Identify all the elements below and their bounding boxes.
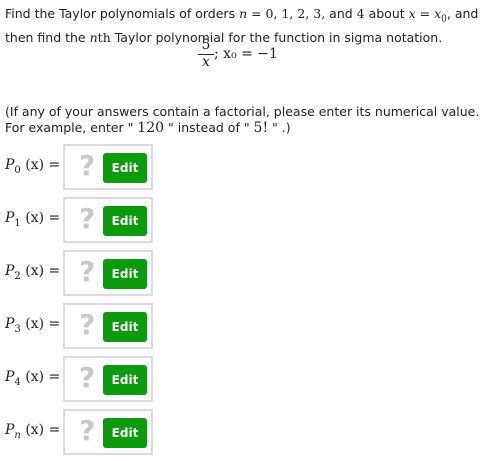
- answer-row-p3: P3 (x) = ? Edit: [0, 303, 160, 355]
- problem-text-line2-rest: Taylor polynomial for the function in si…: [110, 29, 443, 45]
- math-x: x: [408, 6, 416, 21]
- question-mark-icon: ?: [79, 308, 96, 341]
- problem-text-and: and: [329, 6, 357, 21]
- question-mark-icon: ?: [79, 414, 96, 447]
- answer-row-p2: P2 (x) = ? Edit: [0, 250, 160, 302]
- question-mark-icon: ?: [79, 361, 96, 394]
- answer-input-box[interactable]: ? Edit: [63, 250, 153, 296]
- note-line2-c: " .): [268, 120, 291, 135]
- math-eq: =: [415, 6, 435, 21]
- edit-button[interactable]: Edit: [103, 206, 147, 236]
- note-line1: (If any of your answers contain a factor…: [5, 104, 480, 119]
- problem-text-about: about: [364, 6, 409, 21]
- math-th: th: [97, 29, 111, 45]
- math-n: n: [239, 6, 248, 21]
- edit-button[interactable]: Edit: [103, 365, 147, 395]
- fraction-denominator: x: [202, 54, 210, 70]
- answer-input-box[interactable]: ? Edit: [63, 197, 153, 243]
- answer-row-p4: P4 (x) = ? Edit: [0, 356, 160, 408]
- answer-input-box[interactable]: ? Edit: [63, 144, 153, 190]
- answer-input-box[interactable]: ? Edit: [63, 409, 153, 455]
- note-line2-b: " instead of ": [164, 120, 254, 135]
- edit-button[interactable]: Edit: [103, 312, 147, 342]
- answer-row-pn: Pn (x) = ? Edit: [0, 409, 160, 461]
- answer-input-box[interactable]: ? Edit: [63, 356, 153, 402]
- question-mark-icon: ?: [79, 149, 96, 182]
- edit-button[interactable]: Edit: [103, 418, 147, 448]
- question-mark-icon: ?: [79, 255, 96, 288]
- edit-button[interactable]: Edit: [103, 259, 147, 289]
- factorial-note: (If any of your answers contain a factor…: [5, 104, 479, 136]
- answer-row-p0: P0 (x) = ? Edit: [0, 144, 160, 196]
- fraction-numerator: 5: [201, 37, 211, 53]
- note-example-number: 120: [137, 120, 165, 136]
- function-center: ; x₀ = −1: [214, 46, 278, 62]
- answer-label: Pn (x) =: [5, 422, 61, 441]
- problem-statement: Find the Taylor polynomials of orders n …: [5, 5, 478, 47]
- answer-label: P0 (x) =: [5, 157, 61, 176]
- math-four: 4: [356, 6, 365, 21]
- math-n-2: n: [89, 29, 98, 45]
- function-fraction: 5 x: [198, 38, 214, 69]
- answer-label: P3 (x) =: [5, 316, 61, 335]
- answer-label: P2 (x) =: [5, 263, 61, 282]
- note-example-factorial: 5!: [253, 120, 269, 136]
- question-mark-icon: ?: [79, 202, 96, 235]
- problem-text-line2: then find the: [5, 29, 90, 45]
- edit-button[interactable]: Edit: [103, 153, 147, 183]
- answer-label: P1 (x) =: [5, 210, 61, 229]
- problem-text-end: , and: [446, 6, 479, 21]
- problem-text: Find the Taylor polynomials of orders: [5, 6, 240, 21]
- answer-row-p1: P1 (x) = ? Edit: [0, 197, 160, 249]
- answer-input-box[interactable]: ? Edit: [63, 303, 153, 349]
- note-line2-a: For example, enter ": [5, 120, 138, 135]
- math-orders: = 0, 1, 2, 3,: [247, 6, 330, 21]
- answer-label: P4 (x) =: [5, 369, 61, 388]
